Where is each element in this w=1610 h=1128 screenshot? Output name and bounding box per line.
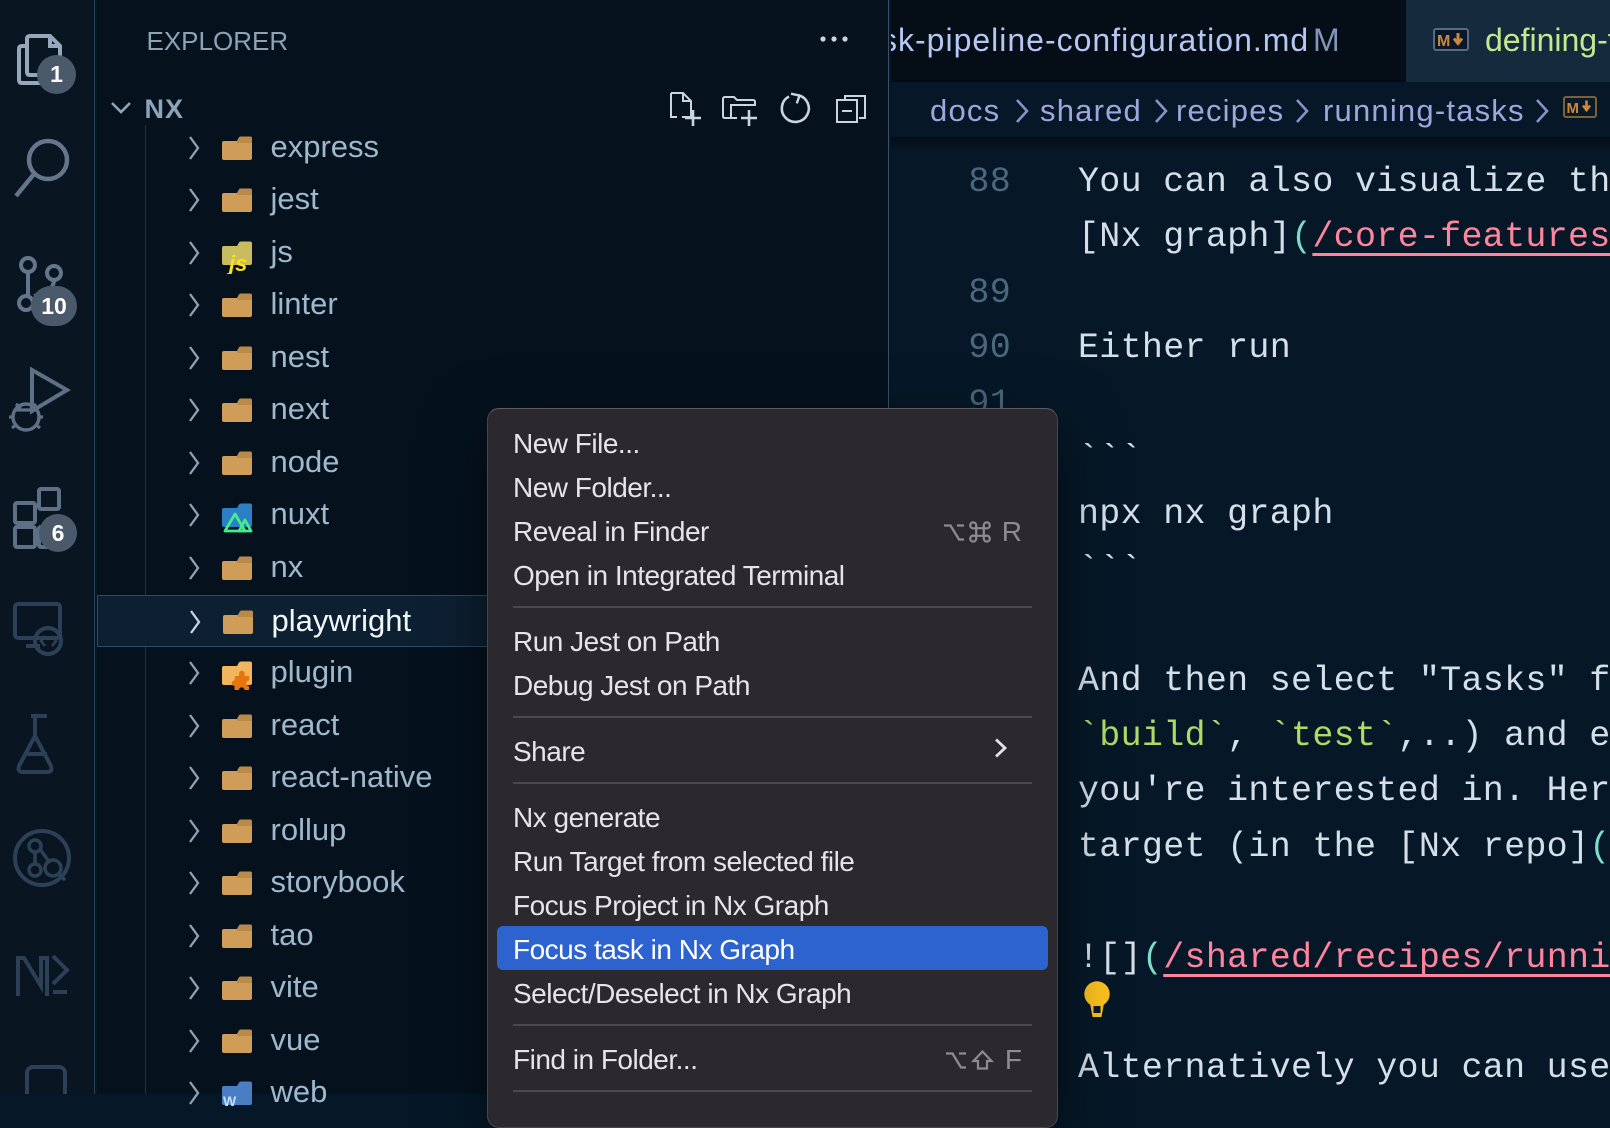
svg-text:js: js bbox=[226, 251, 247, 274]
svg-text:W: W bbox=[223, 1093, 237, 1107]
